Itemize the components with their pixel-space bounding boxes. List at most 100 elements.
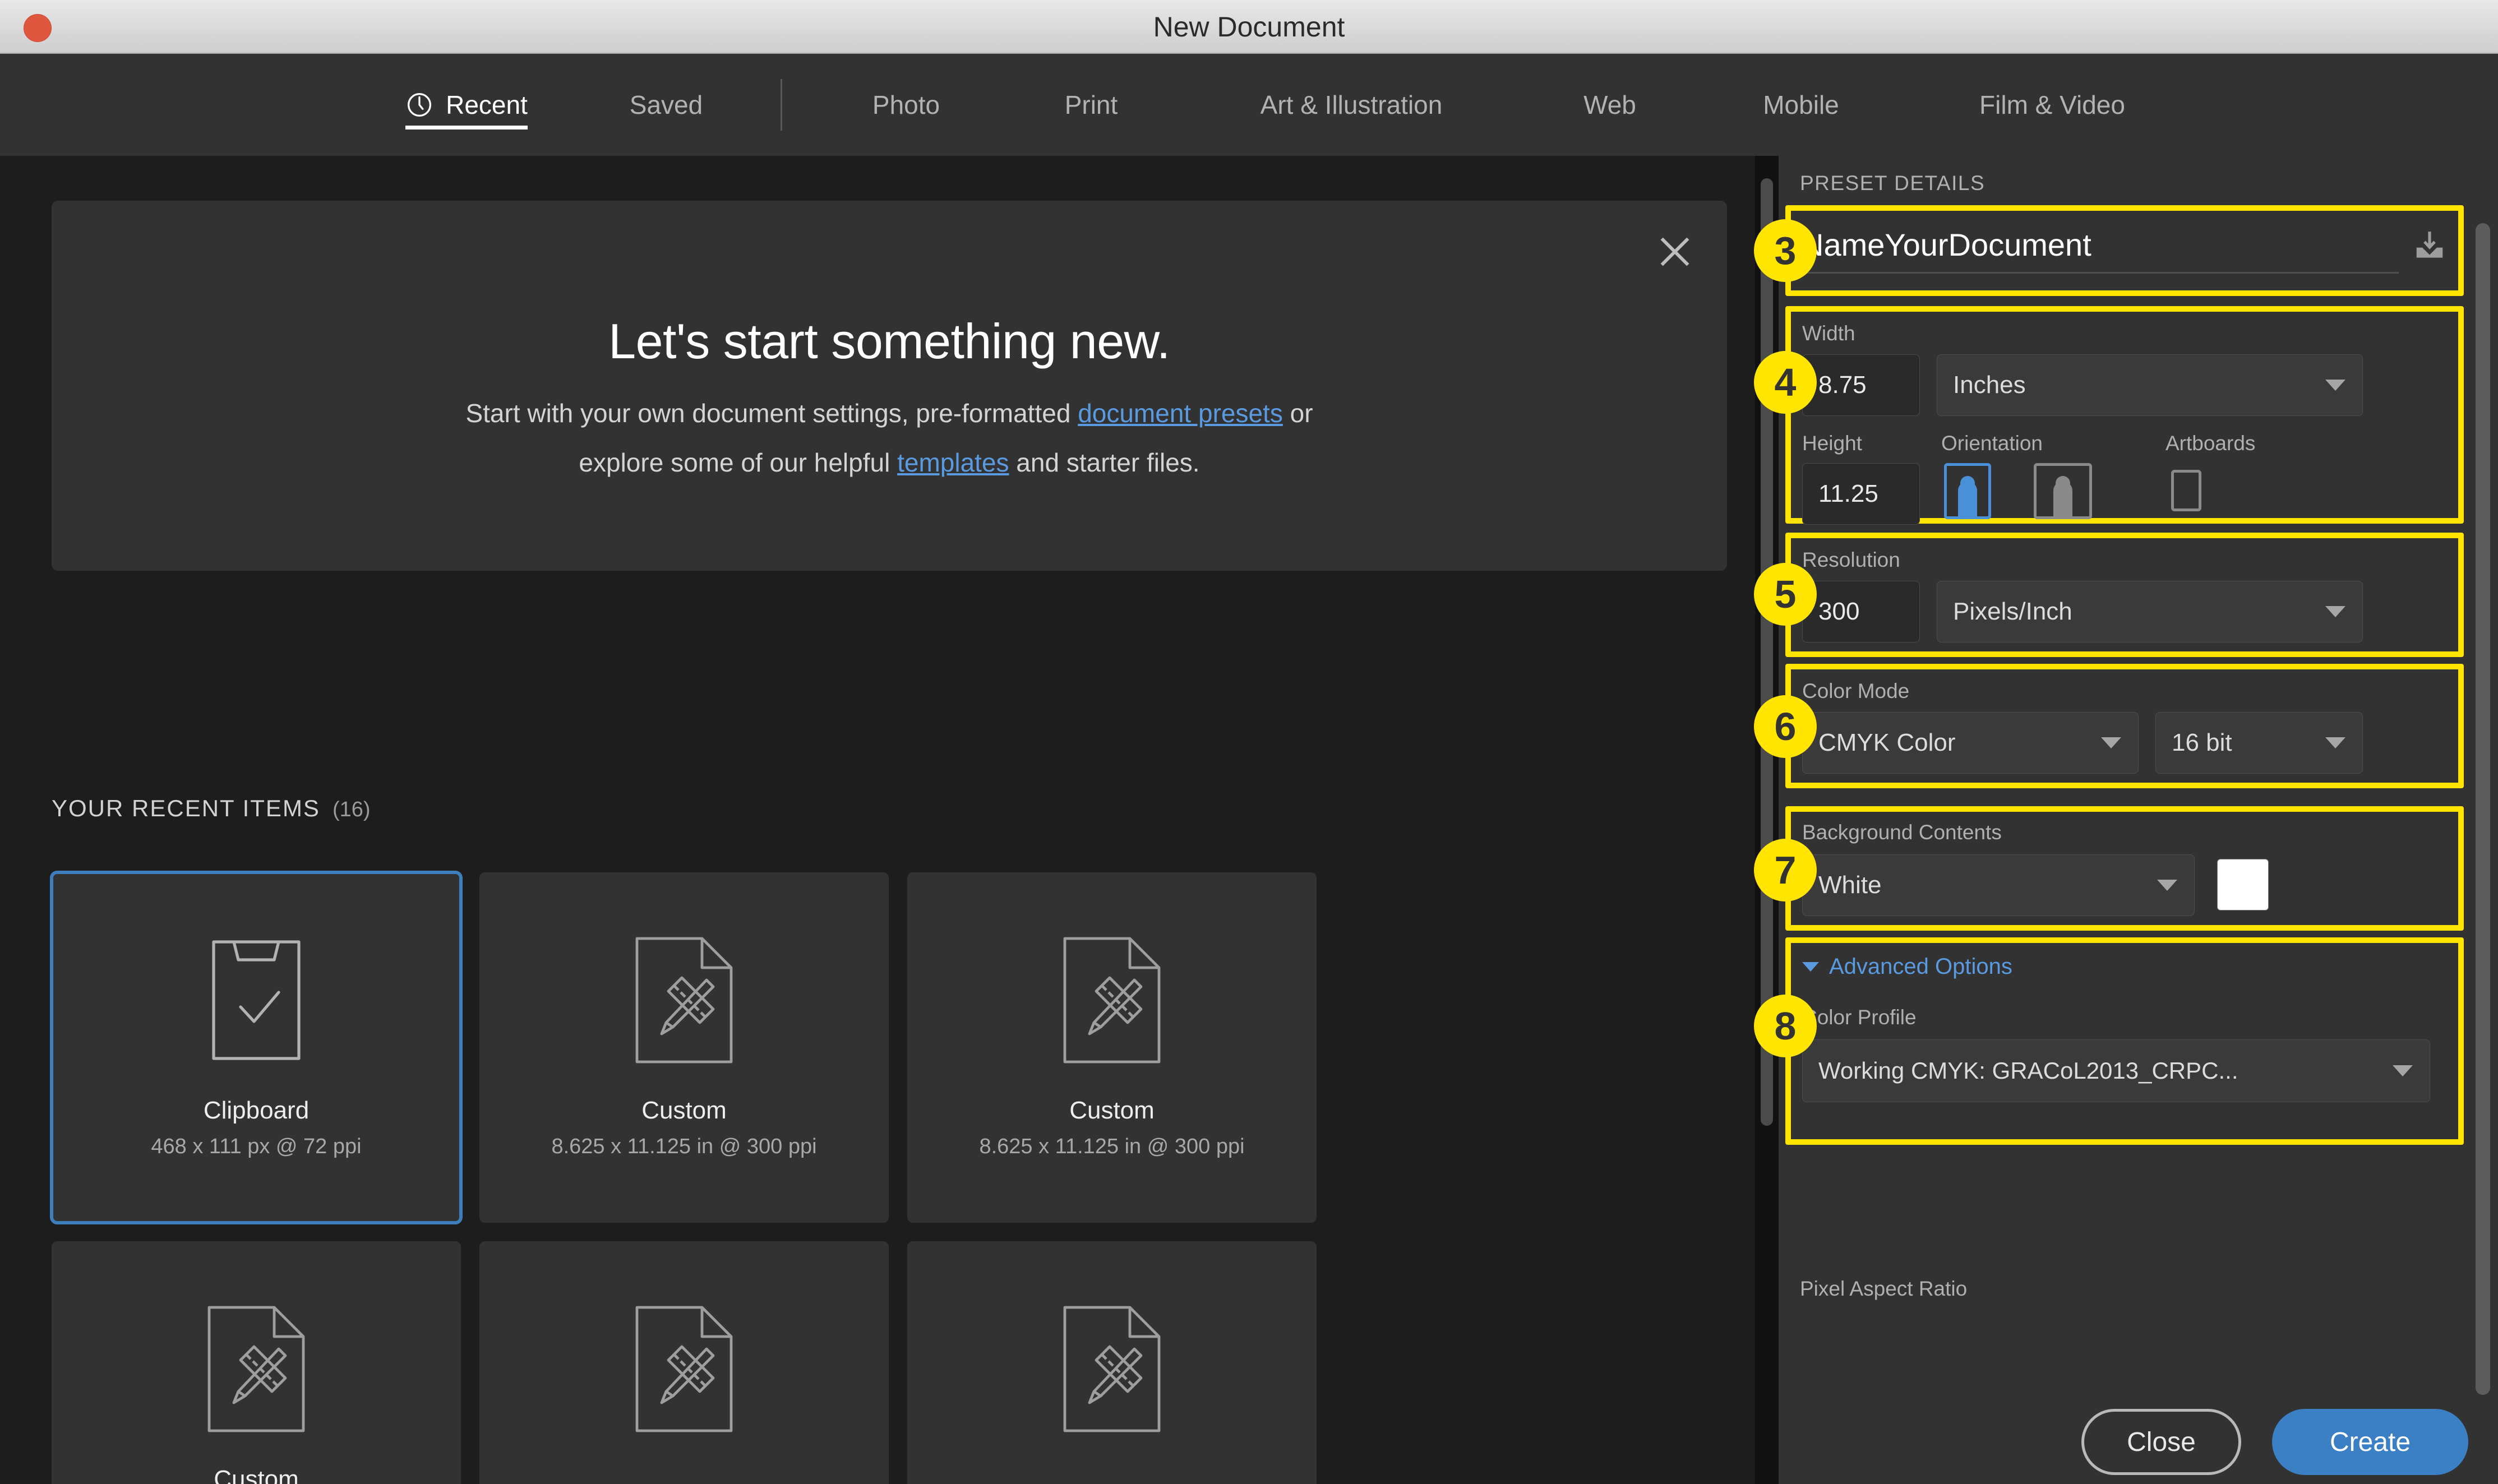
background-contents-label: Background Contents [1802, 821, 2002, 844]
resolution-units-select[interactable]: Pixels/Inch [1937, 581, 2363, 642]
pixel-aspect-ratio-label: Pixel Aspect Ratio [1800, 1277, 1967, 1301]
width-label: Width [1802, 322, 1855, 345]
badge-5: 5 [1754, 563, 1817, 626]
recent-item-card[interactable]: Custom8.5 x 11 in @ 300 ppi [52, 1241, 461, 1484]
document-ruler-pencil-icon [628, 1302, 740, 1436]
color-mode-select[interactable]: CMYK Color [1802, 712, 2139, 774]
width-units-select[interactable]: Inches [1937, 354, 2363, 416]
tab-photo[interactable]: Photo [872, 54, 940, 156]
color-profile-value: Working CMYK: GRACoL2013_CRPC... [1818, 1057, 2238, 1084]
create-button[interactable]: Create [2272, 1409, 2468, 1475]
recent-item-card[interactable]: Clipboard 468 x 111 px @ 72 ppi [52, 872, 461, 1223]
preset-details-label: PRESET DETAILS [1800, 172, 1985, 195]
resolution-units-value: Pixels/Inch [1953, 598, 2072, 626]
document-ruler-pencil-icon [1056, 1302, 1168, 1436]
close-icon[interactable] [1655, 232, 1694, 271]
document-name-field[interactable]: NameYourDocument [1801, 221, 2447, 279]
background-color-swatch[interactable] [2217, 859, 2269, 910]
left-scrollbar-thumb[interactable] [1761, 178, 1773, 1126]
chevron-down-icon [2393, 1065, 2413, 1076]
tab-label: Print [1065, 90, 1118, 120]
chevron-down-icon [2325, 380, 2345, 391]
badge-7: 7 [1754, 839, 1817, 902]
hero-title: Let's start something new. [52, 313, 1727, 370]
tab-film-video[interactable]: Film & Video [1979, 54, 2125, 156]
document-ruler-pencil-icon [1056, 933, 1168, 1067]
templates-link[interactable]: templates [897, 448, 1009, 477]
recent-item-size: 8.625 x 11.125 in @ 300 ppi [479, 1135, 889, 1159]
recent-item-title: Custom [907, 1097, 1317, 1125]
tab-separator [781, 79, 782, 131]
advanced-options-toggle[interactable]: Advanced Options [1802, 954, 2012, 979]
tab-web[interactable]: Web [1583, 54, 1636, 156]
portrait-person-head [1960, 476, 1975, 491]
recent-item-card[interactable]: Custom 8.625 x 11.125 in @ 300 ppi [907, 872, 1317, 1223]
hero-subtitle-line-2: explore some of our helpful templates an… [52, 447, 1727, 478]
color-profile-select[interactable]: Working CMYK: GRACoL2013_CRPC... [1802, 1039, 2430, 1102]
tab-label: Film & Video [1979, 90, 2125, 120]
hero-text-1a: Start with your own document settings, p… [465, 399, 1078, 428]
color-profile-label: Color Profile [1802, 1006, 1917, 1029]
preset-details-panel: PRESET DETAILS 3 NameYourDocument 4 Widt… [1779, 156, 2498, 1484]
artboards-checkbox[interactable] [2171, 470, 2201, 511]
orientation-label: Orientation [1941, 432, 2043, 455]
tab-print[interactable]: Print [1065, 54, 1118, 156]
resolution-label: Resolution [1802, 548, 1900, 572]
hero-text-2a: explore some of our helpful [579, 448, 897, 477]
active-tab-underline [405, 126, 528, 130]
document-name-value: NameYourDocument [1801, 226, 2399, 274]
background-contents-value: White [1818, 871, 1881, 899]
save-preset-icon[interactable] [2412, 229, 2447, 263]
tab-mobile[interactable]: Mobile [1763, 54, 1839, 156]
tab-art-illustration[interactable]: Art & Illustration [1260, 54, 1443, 156]
landscape-orientation-icon[interactable] [2034, 463, 2092, 519]
height-label: Height [1802, 432, 1862, 455]
hero-text-1b: or [1283, 399, 1313, 428]
main-content: Let's start something new. Start with yo… [0, 156, 1779, 1484]
clock-icon [405, 91, 433, 119]
bit-depth-select[interactable]: 16 bit [2155, 712, 2363, 774]
chevron-down-icon [2325, 737, 2345, 748]
recent-items-grid: Clipboard 468 x 111 px @ 72 ppi Custom 8.62… [52, 872, 1727, 1484]
tab-recent[interactable]: Recent [405, 54, 528, 156]
portrait-orientation-icon[interactable] [1944, 463, 1991, 519]
badge-8: 8 [1754, 995, 1817, 1057]
height-input[interactable]: 11.25 [1802, 463, 1920, 525]
landscape-person-head [2056, 476, 2070, 491]
tab-label: Recent [446, 90, 528, 120]
chevron-down-icon [2325, 606, 2345, 617]
clipboard-check-icon [200, 933, 312, 1067]
badge-3: 3 [1754, 219, 1817, 282]
new-document-dialog: New Document Recent Saved Photo Print Art & … [0, 0, 2498, 1484]
width-units-value: Inches [1953, 371, 2026, 399]
badge-6: 6 [1754, 695, 1817, 758]
color-mode-value: CMYK Color [1818, 729, 1956, 757]
tab-saved[interactable]: Saved [630, 54, 703, 156]
recent-item-size: 468 x 111 px @ 72 ppi [52, 1135, 461, 1159]
hero-banner: Let's start something new. Start with yo… [52, 201, 1727, 571]
title-bar: New Document [0, 0, 2498, 54]
window-title: New Document [0, 0, 2498, 54]
document-ruler-pencil-icon [200, 1302, 312, 1436]
recent-item-title: Custom [52, 1465, 461, 1484]
background-contents-select[interactable]: White [1802, 854, 2195, 916]
tab-bar: Recent Saved Photo Print Art & Illustration W… [0, 54, 2498, 156]
document-presets-link[interactable]: document presets [1078, 399, 1283, 428]
advanced-options-label: Advanced Options [1829, 954, 2012, 979]
bit-depth-value: 16 bit [2172, 729, 2232, 757]
recents-section-header: YOUR RECENT ITEMS(16) [52, 795, 371, 822]
document-ruler-pencil-icon [628, 933, 740, 1067]
panel-scrollbar-thumb[interactable] [2476, 223, 2490, 1395]
width-input[interactable]: 8.75 [1802, 354, 1920, 416]
close-button[interactable]: Close [2081, 1409, 2241, 1475]
resolution-input[interactable]: 300 [1802, 581, 1920, 642]
tab-label: Art & Illustration [1260, 90, 1443, 120]
recent-item-size: 8.625 x 11.125 in @ 300 ppi [907, 1135, 1317, 1159]
recent-item-card[interactable] [479, 1241, 889, 1484]
chevron-down-icon [2157, 880, 2177, 891]
tab-label: Saved [630, 90, 703, 120]
recents-title: YOUR RECENT ITEMS [52, 795, 320, 821]
recent-item-card[interactable]: Custom8.625 x 11.125 in @ 300 ppi [479, 872, 889, 1223]
recent-item-card[interactable] [907, 1241, 1317, 1484]
recent-item-title: Clipboard [52, 1097, 461, 1125]
